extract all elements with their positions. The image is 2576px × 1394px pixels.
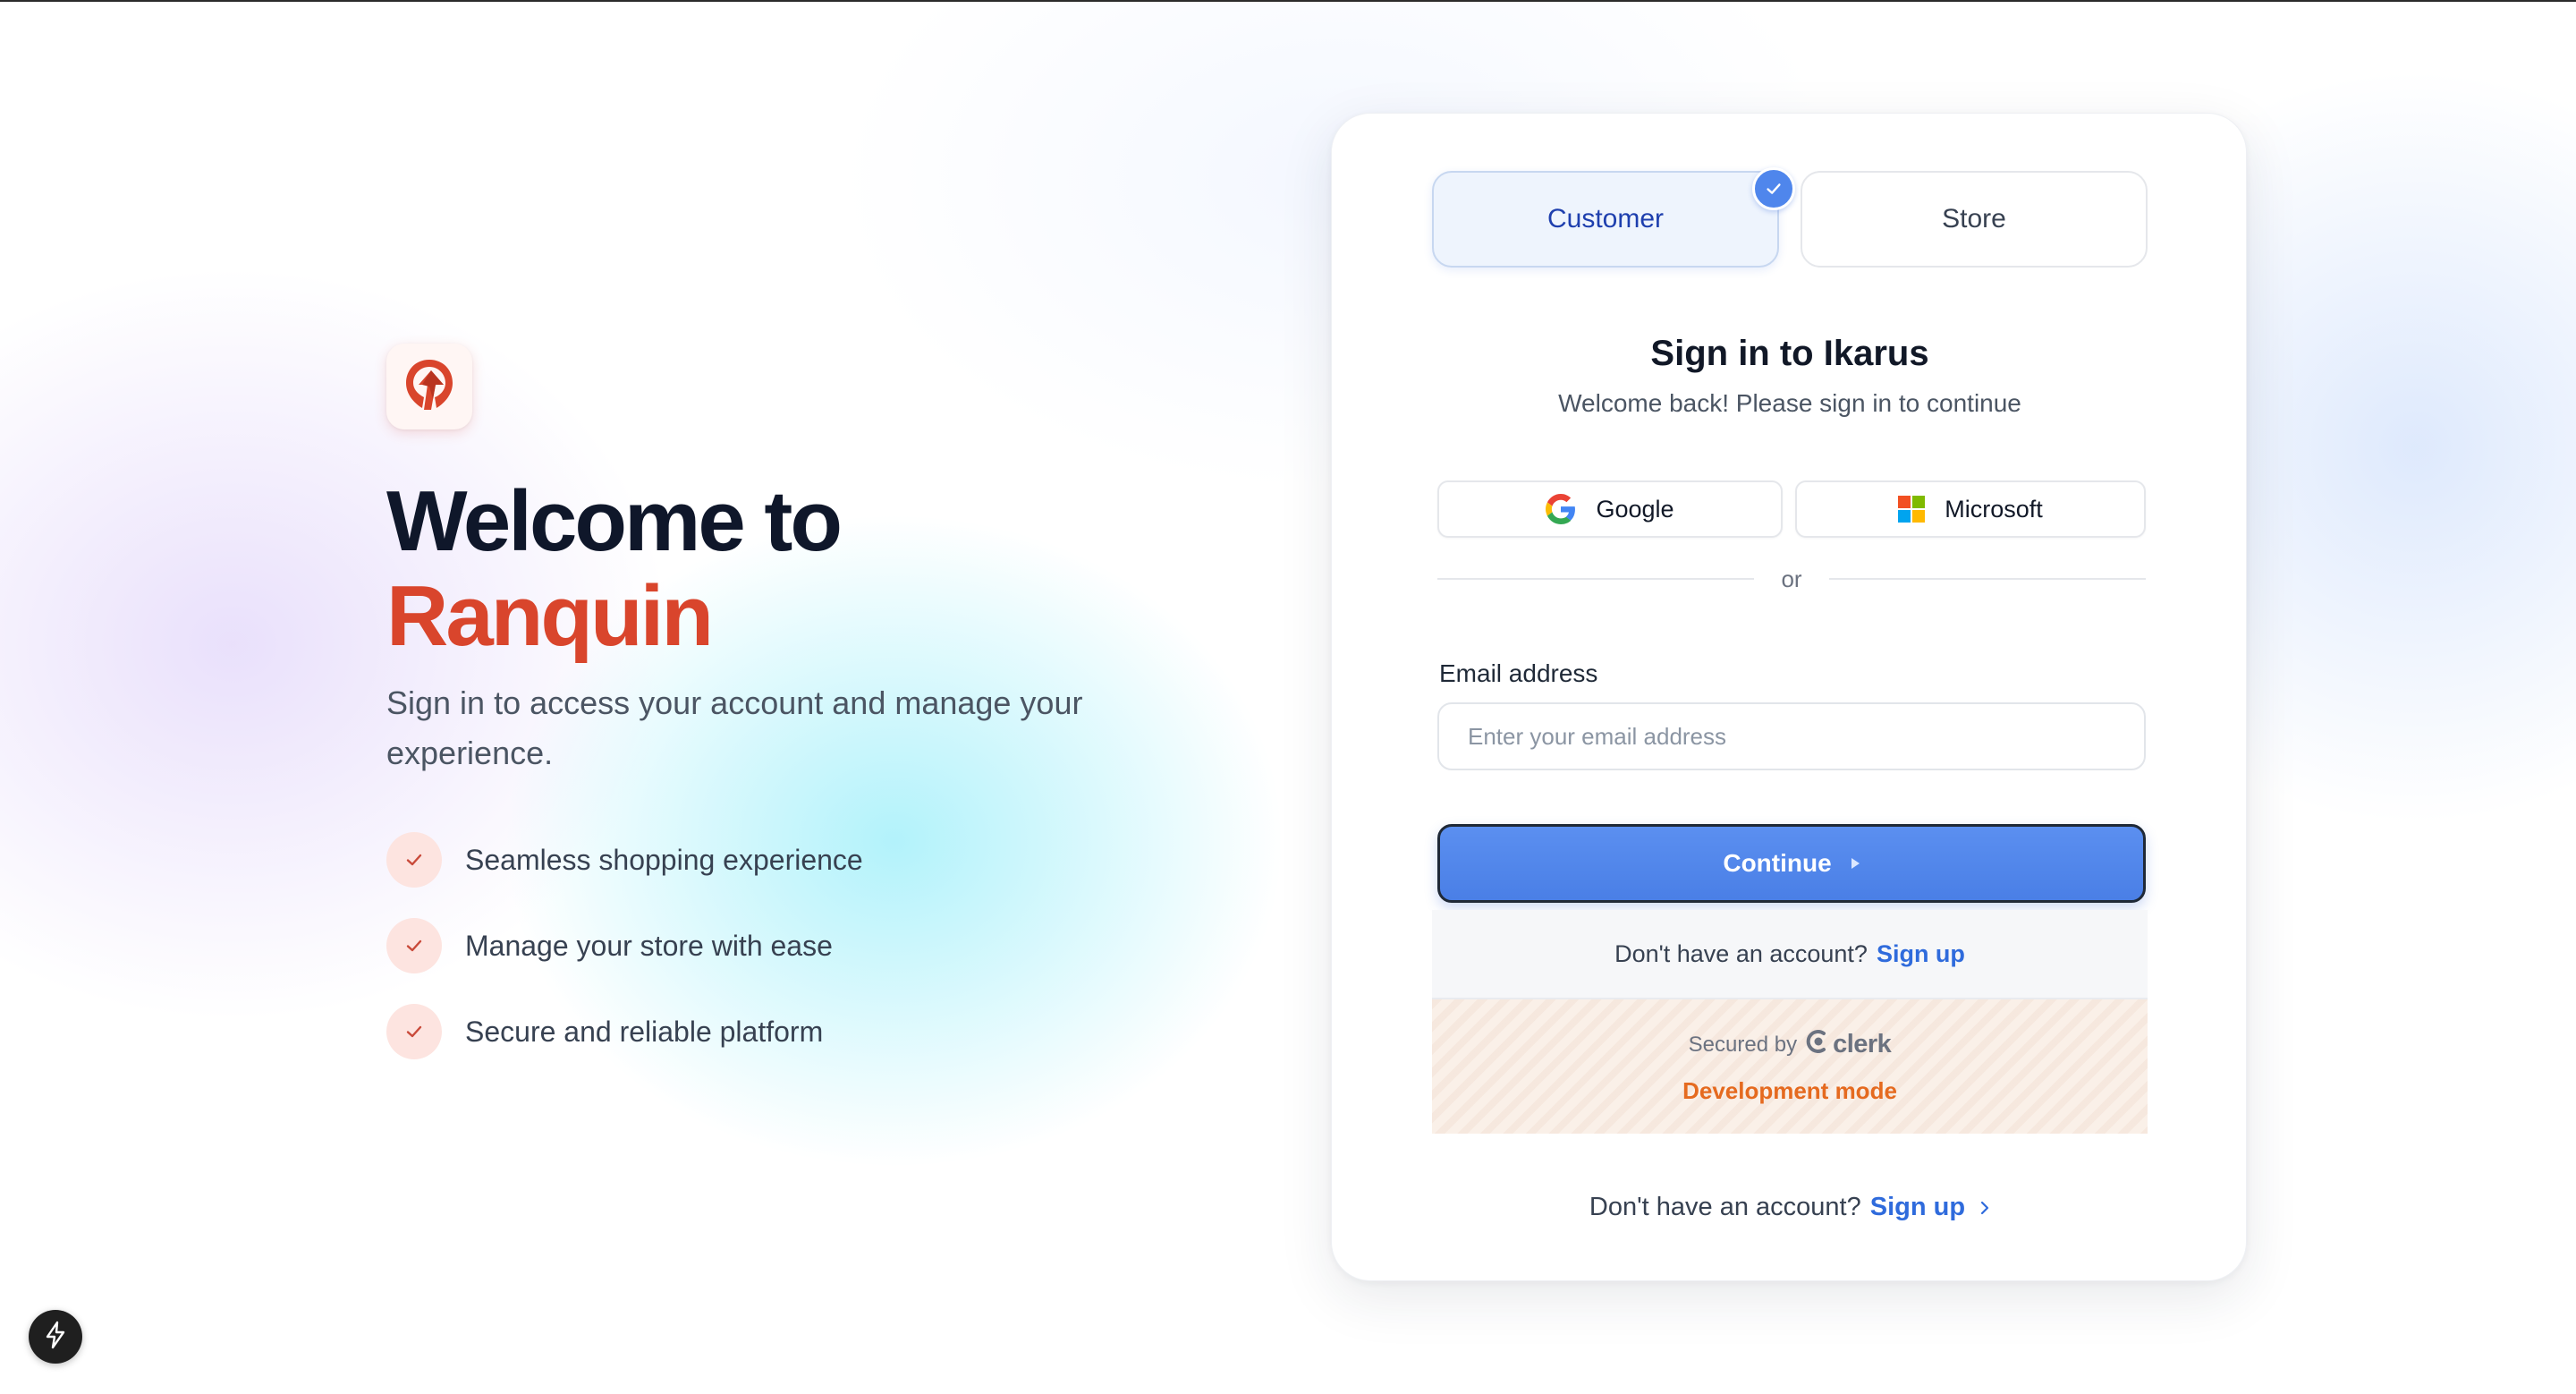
feature-label: Manage your store with ease	[465, 929, 833, 962]
chevron-right-icon	[1979, 1200, 1990, 1216]
footer-signup-link[interactable]: Sign up	[1877, 940, 1965, 968]
or-divider: or	[1437, 561, 2146, 597]
headline-text: Welcome to	[386, 473, 843, 569]
microsoft-icon	[1898, 496, 1926, 523]
footer-signup-prompt: Don't have an account?	[1614, 939, 1868, 967]
feature-label: Secure and reliable platform	[465, 1015, 824, 1048]
dev-tools-button[interactable]	[29, 1310, 82, 1364]
secured-by-panel: Secured by clerk Development mode	[1432, 999, 2148, 1134]
divider-text: or	[1781, 565, 1802, 592]
continue-label: Continue	[1723, 849, 1832, 877]
role-selector: Customer Store	[1432, 167, 2148, 268]
ranquin-logo-icon	[404, 358, 454, 416]
clerk-logo-icon	[1806, 1029, 1833, 1061]
check-icon	[1752, 167, 1795, 210]
hero-subtitle: Sign in to access your account and manag…	[386, 684, 1083, 771]
development-mode-label: Development mode	[1682, 1076, 1897, 1104]
check-icon	[386, 832, 442, 888]
secured-by-row: Secured by clerk	[1689, 1029, 1892, 1061]
feature-item: Secure and reliable platform	[386, 1004, 1191, 1059]
bottom-signup-row: Don't have an account? Sign up	[1332, 1193, 2248, 1222]
signin-subtitle: Welcome back! Please sign in to continue	[1558, 389, 2021, 417]
check-icon	[386, 918, 442, 973]
continue-button[interactable]: Continue	[1437, 824, 2146, 903]
email-input[interactable]	[1437, 702, 2146, 770]
microsoft-label: Microsoft	[1945, 495, 2043, 523]
google-icon	[1546, 494, 1576, 524]
microsoft-signin-button[interactable]: Microsoft	[1795, 480, 2146, 538]
bottom-signup-link[interactable]: Sign up	[1870, 1193, 1965, 1222]
google-label: Google	[1596, 495, 1674, 523]
footer-signup-row: Don't have an account? Sign up	[1432, 910, 2148, 999]
role-option-label: Store	[1942, 204, 2006, 234]
triangle-right-icon	[1850, 857, 1860, 870]
signin-title: Sign in to Ikarus	[1650, 334, 1929, 373]
feature-item: Seamless shopping experience	[386, 832, 1191, 888]
email-label: Email address	[1439, 659, 1598, 687]
hero-section: Welcome to Ranquin Sign in to access you…	[386, 344, 1191, 1090]
role-option-customer[interactable]: Customer	[1432, 167, 1795, 268]
hero-headline: Welcome to Ranquin	[386, 474, 1191, 664]
check-icon	[386, 1004, 442, 1059]
feature-item: Manage your store with ease	[386, 918, 1191, 973]
bolt-icon	[43, 1321, 68, 1354]
divider-line	[1828, 578, 2146, 580]
google-signin-button[interactable]: Google	[1437, 480, 1783, 538]
divider-line	[1437, 578, 1755, 580]
role-option-store[interactable]: Store	[1801, 171, 2148, 268]
signin-card: Customer Store Sign in to Ikarus Welcome…	[1331, 113, 2247, 1281]
app-logo	[386, 344, 472, 429]
bottom-signup-prompt: Don't have an account?	[1589, 1193, 1861, 1221]
feature-label: Seamless shopping experience	[465, 843, 863, 876]
clerk-logo[interactable]: clerk	[1806, 1029, 1892, 1061]
secured-by-text: Secured by	[1688, 1032, 1798, 1057]
clerk-brand-text: clerk	[1833, 1030, 1892, 1058]
role-option-label: Customer	[1546, 204, 1665, 234]
brand-name: Ranquin	[386, 568, 714, 664]
feature-list: Seamless shopping experience Manage your…	[386, 832, 1191, 1059]
top-border	[0, 0, 2576, 2]
